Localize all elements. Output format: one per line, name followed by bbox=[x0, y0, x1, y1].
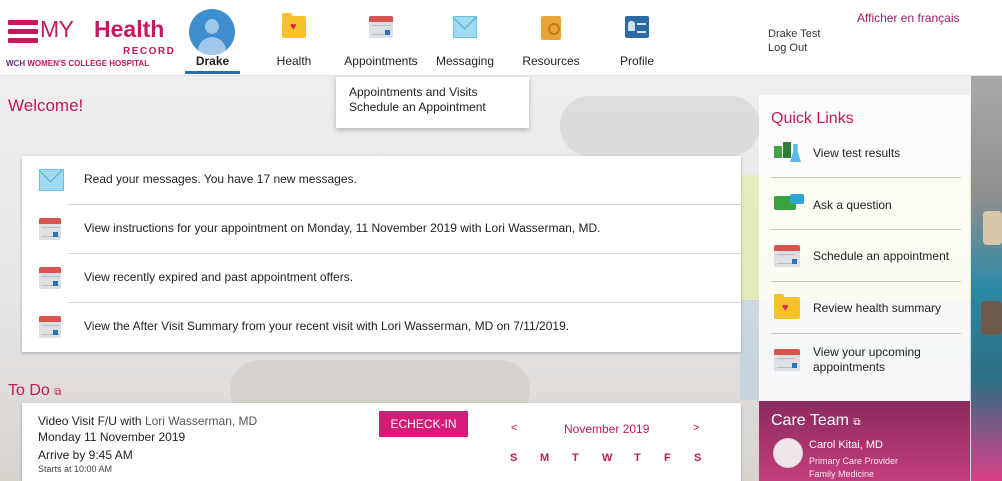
user-info: Drake Test Log Out bbox=[768, 27, 820, 55]
logo-my: MY bbox=[40, 16, 74, 42]
calendar-weekday: S bbox=[694, 452, 702, 464]
calendar-icon bbox=[39, 267, 61, 289]
doctor-name: Lori Wasserman, MD bbox=[144, 414, 258, 428]
message-row[interactable]: Read your messages. You have 17 new mess… bbox=[22, 156, 741, 205]
calendar-weekday: S bbox=[510, 452, 518, 464]
background-photo-strip bbox=[971, 76, 1002, 481]
message-text: Read your messages. You have 17 new mess… bbox=[84, 172, 357, 186]
message-text: View the After Visit Summary from your r… bbox=[84, 319, 570, 333]
nav-profile[interactable]: Profile bbox=[611, 0, 663, 76]
logo-hospital: WCH WOMEN'S COLLEGE HOSPITAL bbox=[6, 59, 150, 68]
welcome-messages-card: Read your messages. You have 17 new mess… bbox=[22, 156, 741, 352]
calendar-icon bbox=[774, 245, 800, 267]
provider-department: Family Medicine bbox=[809, 469, 875, 479]
arrive-time: Arrive by 9:45 AM bbox=[38, 448, 133, 462]
french-language-link[interactable]: Afficher en français bbox=[857, 11, 960, 25]
background-decoration bbox=[560, 96, 760, 156]
nav-profile-label: Profile bbox=[619, 54, 654, 68]
health-folder-icon: ♥ bbox=[282, 13, 306, 38]
health-folder-icon: ♥ bbox=[774, 294, 800, 319]
todo-heading[interactable]: To Do ⧉ bbox=[8, 382, 61, 400]
quick-link-upcoming[interactable]: View your upcoming appointments bbox=[771, 345, 961, 379]
quick-link-divider bbox=[771, 333, 961, 334]
quick-link-label: Review health summary bbox=[813, 301, 942, 315]
top-header: MY Health RECORD WCH WOMEN'S COLLEGE HOS… bbox=[0, 0, 1002, 76]
nav-resources-label: Resources bbox=[522, 54, 580, 68]
logo-health: Health bbox=[94, 16, 165, 42]
provider-name[interactable]: Carol Kitai, MD bbox=[809, 439, 883, 451]
quick-link-divider bbox=[771, 281, 961, 282]
nav-resources[interactable]: Resources bbox=[520, 0, 582, 76]
quick-link-health-summary[interactable]: ♥ Review health summary bbox=[771, 294, 961, 321]
provider-avatar[interactable] bbox=[773, 438, 803, 468]
nav-health-label: Health bbox=[276, 54, 312, 68]
calendar-weekday: T bbox=[634, 452, 641, 464]
calendar-next-month[interactable]: > bbox=[693, 422, 699, 434]
calendar-icon bbox=[774, 349, 800, 371]
nav-appointments-label: Appointments bbox=[344, 54, 418, 68]
provider-role: Primary Care Provider bbox=[809, 456, 899, 466]
visit-type: Video Visit F/U with Lori Wasserman, MD bbox=[38, 414, 258, 428]
message-row[interactable]: View recently expired and past appointme… bbox=[22, 254, 741, 303]
calendar-weekday: F bbox=[664, 452, 671, 464]
calendar-weekday: T bbox=[572, 452, 579, 464]
quick-link-divider bbox=[771, 177, 961, 178]
quick-link-ask-question[interactable]: Ask a question bbox=[771, 194, 961, 218]
profile-card-icon bbox=[625, 16, 649, 38]
welcome-heading: Welcome! bbox=[8, 96, 84, 115]
calendar-month-label: November 2019 bbox=[564, 422, 650, 436]
quick-link-test-results[interactable]: View test results bbox=[771, 142, 961, 166]
message-row[interactable]: View instructions for your appointment o… bbox=[22, 205, 741, 254]
nav-health[interactable]: ♥ Health bbox=[266, 0, 322, 76]
calendar-icon bbox=[39, 316, 61, 338]
menu-item-appointments-and-visits[interactable]: Appointments and Visits bbox=[349, 85, 529, 100]
logout-link[interactable]: Log Out bbox=[768, 41, 820, 55]
chat-bubbles-icon bbox=[774, 194, 804, 216]
book-icon bbox=[541, 16, 561, 40]
care-team-heading[interactable]: Care Team ⧉ bbox=[771, 412, 861, 430]
quick-link-divider bbox=[771, 229, 961, 230]
test-results-icon bbox=[774, 142, 801, 164]
calendar-icon bbox=[39, 218, 61, 240]
envelope-icon bbox=[39, 169, 64, 191]
calendar-prev-month[interactable]: < bbox=[511, 422, 517, 434]
quick-links-heading: Quick Links bbox=[771, 110, 854, 127]
logo-bars-icon bbox=[8, 20, 38, 47]
message-text: View instructions for your appointment o… bbox=[84, 221, 601, 235]
visit-date: Monday 11 November 2019 bbox=[38, 430, 186, 444]
start-time: Starts at 10:00 AM bbox=[38, 464, 113, 474]
nav-user-drake[interactable]: Drake bbox=[181, 0, 244, 76]
logo-record: RECORD bbox=[123, 46, 176, 57]
myhealth-logo[interactable]: MY Health RECORD WCH WOMEN'S COLLEGE HOS… bbox=[6, 10, 176, 70]
appointments-dropdown-menu: Appointments and Visits Schedule an Appo… bbox=[336, 77, 529, 128]
nav-user-label: Drake bbox=[195, 54, 230, 68]
menu-item-schedule-appointment[interactable]: Schedule an Appointment bbox=[349, 100, 529, 115]
calendar-icon bbox=[369, 16, 393, 38]
nav-messaging-label: Messaging bbox=[435, 54, 495, 68]
external-link-icon: ⧉ bbox=[54, 387, 62, 398]
quick-link-label: Ask a question bbox=[813, 198, 892, 212]
calendar-weekday: M bbox=[540, 452, 550, 464]
message-row[interactable]: View the After Visit Summary from your r… bbox=[22, 303, 741, 352]
external-link-icon: ⧉ bbox=[853, 417, 861, 428]
nav-appointments[interactable]: Appointments bbox=[337, 0, 425, 76]
quick-link-schedule[interactable]: Schedule an appointment bbox=[771, 245, 961, 269]
user-name: Drake Test bbox=[768, 28, 821, 40]
nav-active-underline bbox=[185, 71, 240, 74]
user-avatar-icon bbox=[189, 9, 235, 55]
nav-messaging[interactable]: Messaging bbox=[433, 0, 497, 76]
echeck-in-button[interactable]: ECHECK-IN bbox=[379, 411, 468, 437]
quick-link-label: Schedule an appointment bbox=[813, 249, 950, 263]
message-text: View recently expired and past appointme… bbox=[84, 270, 354, 284]
quick-link-label: View your upcoming appointments bbox=[813, 345, 921, 374]
envelope-icon bbox=[453, 16, 477, 38]
calendar-weekday: W bbox=[602, 452, 613, 464]
todo-appointment-card: Video Visit F/U with Lori Wasserman, MD … bbox=[22, 403, 741, 481]
quick-link-label: View test results bbox=[813, 146, 901, 160]
